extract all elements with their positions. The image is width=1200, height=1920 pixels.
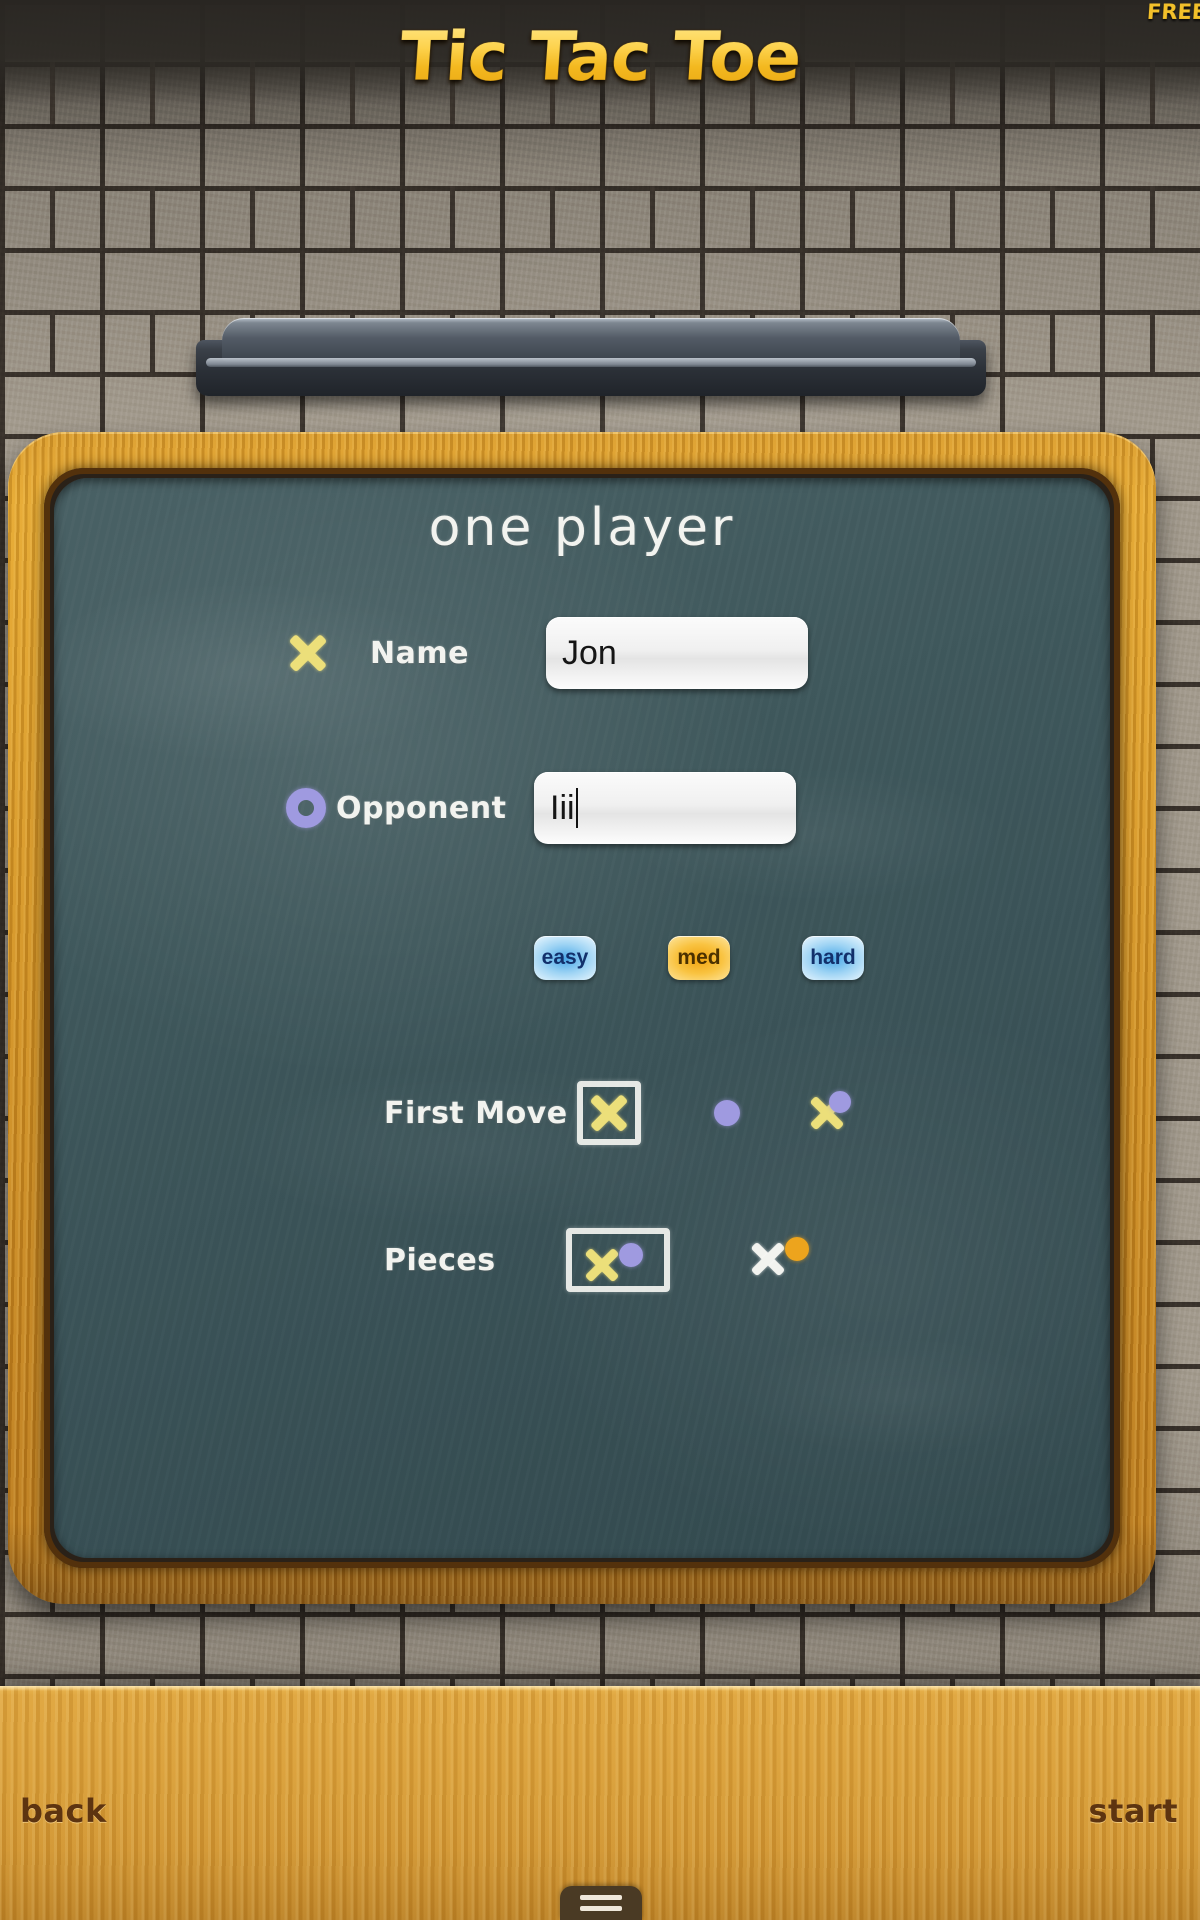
name-input-value: Jon	[562, 633, 617, 672]
opponent-label: Opponent	[336, 790, 507, 826]
shelf-top-edge	[0, 1686, 1200, 1691]
chalk-o-icon	[785, 1237, 809, 1261]
difficulty-hard-label: hard	[810, 946, 856, 969]
page-title: one player	[428, 498, 736, 558]
chalk-o-icon	[286, 788, 326, 828]
wooden-shelf	[0, 1686, 1200, 1920]
first-move-option-o[interactable]	[695, 1081, 759, 1145]
difficulty-option-med[interactable]: med	[668, 936, 730, 980]
opponent-input[interactable]: Iii	[534, 772, 796, 844]
chalkboard-frame: one player Name Jon Opponent Iii easy me…	[8, 432, 1156, 1604]
opponent-row: Opponent Iii	[286, 763, 986, 853]
chalk-x-icon	[582, 1245, 622, 1285]
first-move-label: First Move	[384, 1095, 568, 1131]
name-row: Name Jon	[286, 608, 986, 698]
pieces-option-yellow-purple[interactable]	[566, 1228, 670, 1292]
chalk-x-icon	[748, 1239, 788, 1279]
chalk-o-icon	[714, 1100, 740, 1126]
name-label: Name	[370, 635, 469, 671]
opponent-input-value: Iii	[550, 788, 575, 827]
app-title-banner: Tic Tac Toe FREE	[0, 0, 1200, 100]
start-button[interactable]: start	[1088, 1792, 1178, 1830]
home-indicator-bar	[580, 1895, 622, 1900]
app-title: Tic Tac Toe	[397, 17, 803, 97]
chalkboard-eraser	[196, 318, 986, 398]
chalk-o-icon	[829, 1091, 851, 1113]
pieces-label: Pieces	[384, 1242, 496, 1278]
free-badge: FREE	[1145, 0, 1200, 24]
shelf-wood-grain	[0, 1686, 1200, 1920]
name-input[interactable]: Jon	[546, 617, 808, 689]
pieces-option-white-orange[interactable]	[742, 1228, 846, 1292]
chalk-o-icon	[619, 1243, 643, 1267]
home-indicator-bar	[580, 1906, 622, 1911]
difficulty-option-easy[interactable]: easy	[534, 936, 596, 980]
difficulty-easy-label: easy	[541, 946, 589, 969]
first-move-row: First Move	[384, 1073, 954, 1153]
back-button[interactable]: back	[20, 1792, 107, 1830]
eraser-felt	[222, 318, 960, 362]
first-move-option-random[interactable]	[807, 1081, 887, 1145]
difficulty-option-hard[interactable]: hard	[802, 936, 864, 980]
difficulty-selector: easy med hard	[534, 933, 864, 983]
home-indicator[interactable]	[560, 1886, 642, 1920]
chalk-x-icon	[286, 631, 330, 675]
difficulty-med-label: med	[677, 946, 721, 969]
first-move-option-x[interactable]	[577, 1081, 641, 1145]
chalkboard-surface: one player Name Jon Opponent Iii easy me…	[54, 478, 1110, 1558]
text-cursor	[575, 788, 578, 828]
eraser-lip	[206, 358, 976, 367]
chalk-x-icon	[587, 1091, 631, 1135]
pieces-row: Pieces	[384, 1218, 954, 1302]
